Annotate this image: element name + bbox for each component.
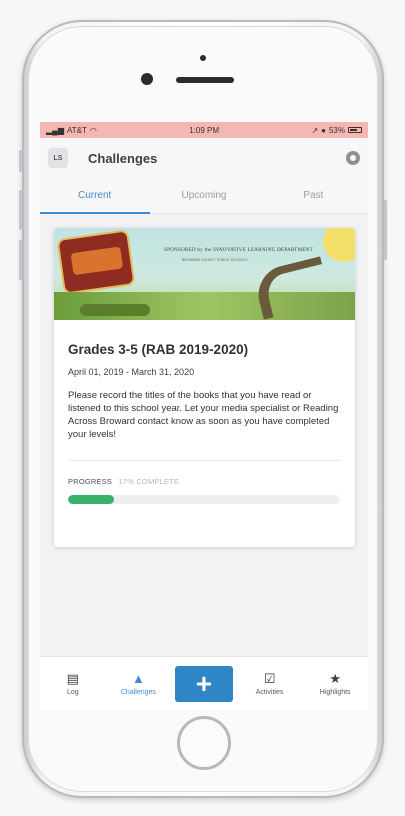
- nav-activities-label: Activities: [255, 688, 284, 696]
- nav-challenges[interactable]: ▲ Challenges: [106, 672, 172, 696]
- plus-icon[interactable]: +: [174, 665, 233, 702]
- phone-volume-down: [19, 240, 22, 280]
- status-right: ↗ ● 53%: [311, 126, 362, 135]
- carrier-label: AT&T: [66, 125, 87, 135]
- nav-add[interactable]: +: [171, 665, 237, 702]
- battery-icon: [348, 127, 362, 133]
- phone-power-button: [384, 200, 387, 260]
- reading-across-broward-logo: [56, 229, 136, 295]
- active-tab-indicator: [40, 212, 150, 214]
- proximity-sensor: [200, 55, 206, 61]
- nav-log[interactable]: ▤ Log: [40, 672, 106, 696]
- challenge-banner: SPONSORED by the INNOVATIVE LEARNING DEP…: [54, 228, 355, 320]
- location-icon: ↗: [311, 125, 319, 135]
- battery-percent: 53%: [328, 125, 345, 135]
- tab-upcoming[interactable]: Upcoming: [149, 178, 258, 213]
- banner-sub-text: BROWARD COUNTY PUBLIC SCHOOLS: [182, 258, 248, 262]
- nav-challenges-label: Challenges: [120, 688, 156, 696]
- nav-highlights-label: Highlights: [319, 688, 351, 696]
- banner-crocodile: [80, 304, 150, 316]
- signal-icon: ▂▄▆: [46, 125, 64, 135]
- challenge-description: Please record the titles of the books th…: [68, 390, 339, 440]
- card-divider: [68, 460, 341, 461]
- log-icon: ▤: [66, 670, 79, 686]
- phone-side-button: [19, 150, 22, 172]
- banner-sun: [323, 228, 355, 262]
- app-header: LS Challenges: [40, 138, 368, 178]
- nav-activities[interactable]: ☑ Activities: [237, 672, 303, 696]
- alarm-icon: ●: [321, 125, 326, 135]
- card-body: Grades 3-5 (RAB 2019-2020) April 01, 201…: [54, 320, 355, 504]
- app-screen: ▂▄▆ AT&T ◠ 1:09 PM ↗ ● 53% LS Challenges…: [40, 122, 368, 710]
- progress-bar-fill: [68, 495, 115, 504]
- challenges-icon: ▲: [131, 670, 145, 686]
- challenge-title: Grades 3-5 (RAB 2019-2020): [68, 342, 249, 357]
- status-bar: ▂▄▆ AT&T ◠ 1:09 PM ↗ ● 53%: [40, 122, 368, 138]
- progress-row: PROGRESS 17% COMPLETE: [68, 477, 341, 486]
- progress-bar: [68, 495, 340, 504]
- wifi-icon: ◠: [89, 125, 97, 135]
- phone-volume-up: [19, 190, 22, 230]
- home-button[interactable]: [177, 716, 231, 770]
- page-title: Challenges: [88, 150, 158, 166]
- challenge-card[interactable]: SPONSORED by the INNOVATIVE LEARNING DEP…: [54, 228, 355, 547]
- front-camera: [141, 73, 153, 85]
- earpiece-speaker: [176, 77, 234, 83]
- nav-highlights[interactable]: ★ Highlights: [302, 672, 368, 696]
- banner-sponsor-text: SPONSORED by the INNOVATIVE LEARNING DEP…: [164, 248, 313, 253]
- avatar[interactable]: LS: [48, 148, 68, 168]
- nav-log-label: Log: [66, 688, 79, 696]
- tab-past[interactable]: Past: [259, 178, 368, 213]
- progress-label: PROGRESS: [68, 477, 113, 486]
- star-icon: ★: [329, 670, 341, 686]
- status-time: 1:09 PM: [189, 125, 220, 135]
- tab-bar: Current Upcoming Past: [40, 178, 368, 214]
- status-left: ▂▄▆ AT&T ◠: [46, 126, 97, 135]
- settings-icon[interactable]: [346, 151, 360, 165]
- bottom-nav: ▤ Log ▲ Challenges + ☑ Activities ★ High…: [40, 656, 368, 710]
- tab-current[interactable]: Current: [40, 178, 149, 213]
- progress-percent: 17% COMPLETE: [118, 477, 180, 486]
- activities-icon: ☑: [263, 670, 276, 686]
- challenge-dates: April 01, 2019 - March 31, 2020: [68, 367, 195, 377]
